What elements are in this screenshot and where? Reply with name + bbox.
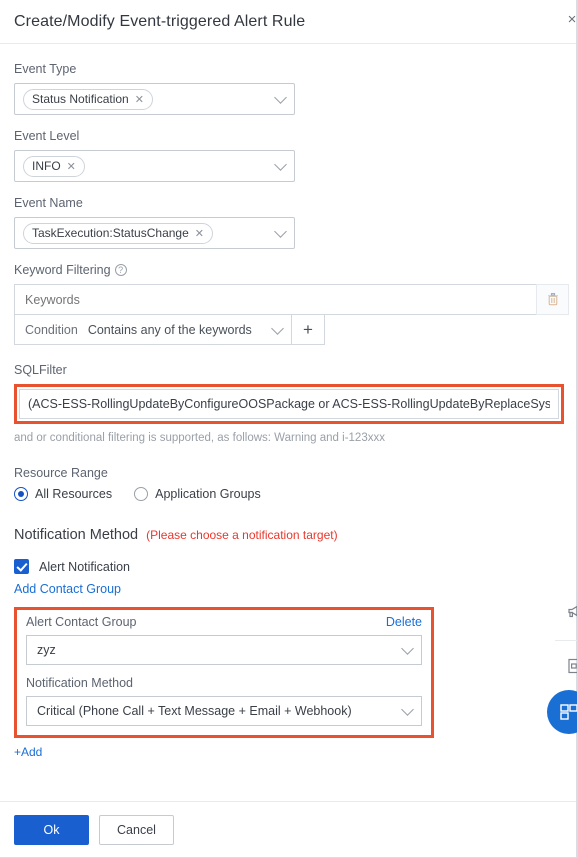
alert-contact-group-value: zyz bbox=[37, 643, 56, 657]
keywords-input[interactable] bbox=[14, 284, 551, 315]
notification-method-section-head: Notification Method (Please choose a not… bbox=[14, 527, 563, 543]
alert-contact-group-header: Alert Contact Group Delete bbox=[26, 615, 422, 629]
close-icon[interactable]: × bbox=[563, 11, 577, 29]
alert-notification-row[interactable]: Alert Notification bbox=[14, 559, 563, 574]
ok-button[interactable]: Ok bbox=[14, 814, 89, 845]
event-type-tag: Status Notification ✕ bbox=[23, 88, 153, 110]
sql-filter-label: SQLFilter bbox=[14, 363, 67, 377]
keyword-filtering-label-text: Keyword Filtering bbox=[14, 263, 111, 277]
condition-label: Condition bbox=[25, 322, 78, 337]
event-name-select[interactable]: TaskExecution:StatusChange ✕ bbox=[14, 217, 295, 249]
radio-application-groups[interactable]: Application Groups bbox=[134, 487, 261, 501]
event-type-label: Event Type bbox=[14, 62, 77, 76]
radio-all-resources[interactable]: All Resources bbox=[14, 487, 112, 501]
condition-row: Condition Contains any of the keywords + bbox=[14, 314, 325, 345]
sql-filter-hint: and or conditional filtering is supporte… bbox=[14, 432, 385, 444]
keyword-filtering-row: Condition Contains any of the keywords + bbox=[14, 284, 569, 345]
alert-notification-checkbox[interactable] bbox=[14, 559, 29, 574]
radio-application-groups-label: Application Groups bbox=[155, 487, 261, 501]
resource-range-radio-group: All Resources Application Groups bbox=[14, 487, 563, 501]
event-type-tag-label: Status Notification bbox=[32, 92, 129, 106]
radio-unselected-icon bbox=[134, 487, 149, 501]
chevron-down-icon bbox=[401, 703, 414, 716]
add-contact-group-row-link[interactable]: +Add bbox=[14, 745, 42, 759]
sql-filter-highlight bbox=[14, 384, 564, 424]
document-icon[interactable] bbox=[563, 655, 577, 677]
panel-header: Create/Modify Event-triggered Alert Rule… bbox=[0, 0, 577, 44]
alert-notification-label: Alert Notification bbox=[39, 559, 131, 574]
panel-footer: Ok Cancel bbox=[0, 801, 577, 857]
event-level-tag-label: INFO bbox=[32, 159, 61, 173]
add-contact-group-link[interactable]: Add Contact Group bbox=[14, 582, 121, 596]
sql-filter-input[interactable] bbox=[19, 389, 559, 419]
condition-select[interactable]: Condition Contains any of the keywords bbox=[14, 314, 292, 345]
event-type-select[interactable]: Status Notification ✕ bbox=[14, 83, 295, 115]
radio-all-resources-label: All Resources bbox=[35, 487, 113, 501]
help-icon[interactable]: ? bbox=[114, 264, 127, 276]
remove-tag-icon[interactable]: ✕ bbox=[195, 227, 204, 240]
chevron-down-icon bbox=[274, 158, 287, 171]
chevron-down-icon bbox=[274, 225, 287, 238]
event-level-select[interactable]: INFO ✕ bbox=[14, 150, 295, 182]
event-name-tag-label: TaskExecution:StatusChange bbox=[32, 226, 189, 240]
event-level-label: Event Level bbox=[14, 129, 80, 143]
alert-rule-panel: Create/Modify Event-triggered Alert Rule… bbox=[0, 0, 578, 858]
radio-selected-icon bbox=[14, 487, 28, 501]
notification-method-title: Notification Method bbox=[14, 527, 139, 543]
panel-body: Event Type Status Notification ✕ Event L… bbox=[0, 44, 577, 802]
megaphone-glyph bbox=[568, 605, 577, 618]
remove-tag-icon[interactable]: ✕ bbox=[67, 160, 76, 173]
notification-method-value: Critical (Phone Call + Text Message + Em… bbox=[37, 704, 352, 718]
page-title: Create/Modify Event-triggered Alert Rule bbox=[14, 12, 306, 30]
document-glyph bbox=[568, 658, 577, 674]
chevron-down-icon bbox=[401, 642, 414, 655]
alert-contact-group-highlight: Alert Contact Group Delete zyz Notificat… bbox=[14, 607, 434, 738]
delete-contact-group-link[interactable]: Delete bbox=[386, 615, 422, 629]
notification-method-warning: (Please choose a notification target) bbox=[146, 528, 338, 542]
resource-range-label: Resource Range bbox=[14, 466, 108, 480]
announcement-icon[interactable] bbox=[563, 600, 577, 622]
event-level-tag: INFO ✕ bbox=[23, 155, 85, 177]
chevron-down-icon bbox=[274, 91, 287, 104]
event-name-tag: TaskExecution:StatusChange ✕ bbox=[23, 222, 213, 244]
alert-contact-group-select[interactable]: zyz bbox=[26, 635, 422, 665]
notification-method-select[interactable]: Critical (Phone Call + Text Message + Em… bbox=[26, 696, 422, 726]
event-name-label: Event Name bbox=[14, 196, 83, 210]
alert-contact-group-label: Alert Contact Group bbox=[26, 615, 137, 629]
chevron-down-icon bbox=[271, 321, 284, 335]
trash-icon bbox=[547, 293, 558, 306]
chat-glyph bbox=[560, 704, 577, 720]
keyword-filtering-label: Keyword Filtering ? bbox=[14, 263, 563, 277]
add-keyword-condition-button[interactable]: + bbox=[292, 314, 325, 345]
condition-value: Contains any of the keywords bbox=[87, 322, 252, 337]
cancel-button[interactable]: Cancel bbox=[99, 814, 174, 845]
notification-method-field-label: Notification Method bbox=[26, 676, 134, 690]
remove-tag-icon[interactable]: ✕ bbox=[135, 93, 144, 106]
delete-keyword-icon[interactable] bbox=[536, 284, 569, 315]
